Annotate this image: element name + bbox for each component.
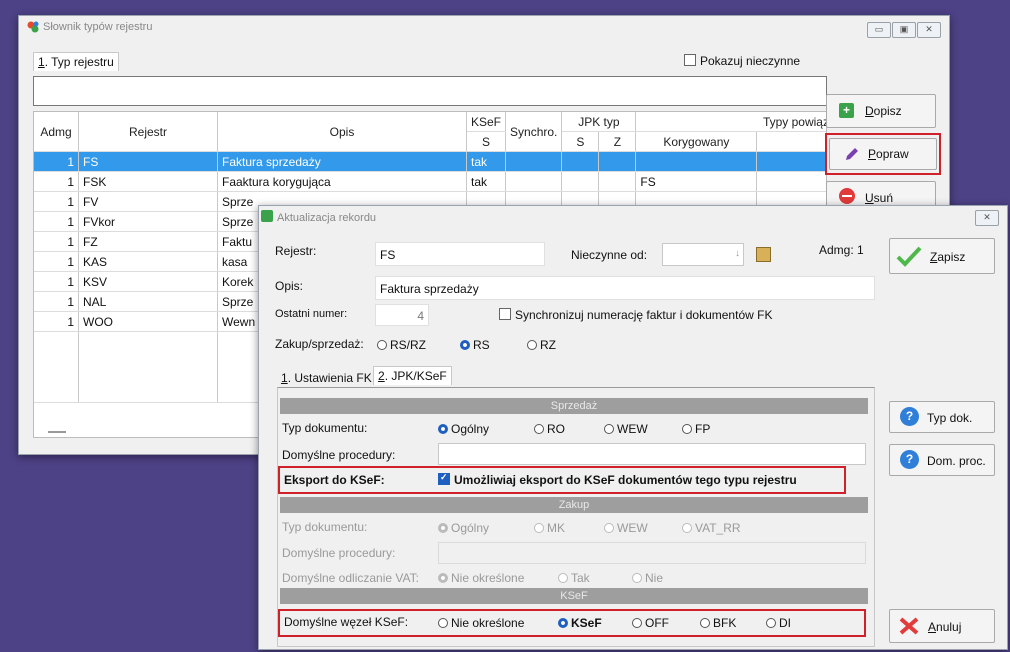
save-button[interactable]: Zapisz [889, 238, 995, 274]
purchase-doc-ogolny: Ogólny [438, 521, 489, 535]
vat-option-yes: Tak [558, 571, 590, 585]
last-number-field[interactable]: 4 [375, 304, 429, 326]
ksef-node-highlight [278, 609, 866, 637]
col-synchro[interactable]: Synchro. [505, 112, 563, 152]
doc-type-button[interactable]: ? Typ dok. [889, 401, 995, 433]
sales-default-proc-field[interactable] [438, 443, 866, 465]
dropdown-arrow-icon[interactable]: ↓ [735, 248, 740, 259]
col-korygowany[interactable]: Korygowany [635, 131, 758, 152]
ps-option-rs[interactable]: RS [460, 338, 490, 352]
calendar-icon[interactable] [756, 247, 771, 262]
sync-checkbox[interactable]: Synchronizuj numerację faktur i dokument… [499, 308, 772, 322]
tab-fk-settings[interactable]: 1. Ustawienia FK [277, 369, 376, 387]
add-button[interactable]: + Dopisz [826, 94, 936, 128]
purchase-sale-label: Zakup/sprzedaż: [275, 337, 364, 351]
window-titlebar: Słownik typów rejestru ▭ ▣ ✕ [19, 16, 949, 38]
inactive-from-label: Nieczynne od: [571, 248, 648, 262]
delete-icon [839, 188, 855, 204]
purchase-doc-mk: MK [534, 521, 565, 535]
update-record-dialog: Aktualizacja rekordu ✕ Rejestr: FS Niecz… [258, 205, 1008, 650]
purchase-section-header: Zakup [280, 497, 868, 513]
col-jpk-s[interactable]: S [561, 131, 600, 152]
help-icon: ? [900, 450, 919, 469]
opis-field[interactable]: Faktura sprzedaży [375, 276, 875, 300]
opis-label: Opis: [275, 279, 304, 293]
dialog-close-button[interactable]: ✕ [975, 210, 999, 226]
rejestr-field[interactable]: FS [375, 242, 545, 266]
inactive-from-field[interactable]: ↓ [662, 243, 744, 266]
col-jpk-z[interactable]: Z [598, 131, 637, 152]
sales-section-header: Sprzedaż [280, 398, 868, 414]
purchase-doc-type-label: Typ dokumentu: [282, 520, 368, 534]
close-button[interactable]: ✕ [917, 22, 941, 38]
col-p[interactable]: P [756, 131, 826, 152]
admg-label: Admg: 1 [819, 243, 864, 257]
cancel-button[interactable]: Anuluj [889, 609, 995, 643]
search-input[interactable] [33, 76, 827, 106]
table-row[interactable]: 1 FS Faktura sprzedaży tak [34, 151, 826, 172]
rejestr-label: Rejestr: [275, 244, 317, 258]
purchase-doc-wew: WEW [604, 521, 648, 535]
edit-highlight [825, 133, 941, 175]
vat-option-no: Nie [632, 571, 663, 585]
col-ksef[interactable]: KSeF [466, 112, 507, 132]
col-jpk-typ[interactable]: JPK typ [561, 112, 637, 132]
table-row[interactable]: 1 FSK Faaktura korygująca tak FS [34, 171, 826, 192]
ksef-section-header: KSeF [280, 588, 868, 604]
ps-option-rz[interactable]: RZ [527, 338, 556, 352]
tab-panel: Sprzedaż Typ dokumentu: Ogólny RO WEW FP… [277, 387, 875, 647]
dialog-title: Aktualizacja rekordu [277, 212, 377, 224]
col-linked-types[interactable]: Typy powiązane [635, 112, 826, 132]
tab-jpk-ksef[interactable]: 2. JPK/KSeF [373, 366, 452, 385]
purchase-default-proc-label: Domyślne procedury: [282, 546, 396, 560]
col-opis[interactable]: Opis [217, 112, 467, 152]
sales-doc-ogolny[interactable]: Ogólny [438, 422, 489, 436]
default-proc-button[interactable]: ? Dom. proc. [889, 444, 995, 476]
checkmark-icon [896, 245, 922, 270]
plus-icon: + [839, 103, 854, 118]
minimize-button[interactable]: ▭ [867, 22, 891, 38]
window-title: Słownik typów rejestru [43, 21, 153, 33]
help-icon: ? [900, 407, 919, 426]
tab-register-type[interactable]: 1. Typ rejestru [33, 52, 119, 71]
purchase-doc-vat-rr: VAT_RR [682, 521, 741, 535]
col-ksef-s[interactable]: S [466, 131, 507, 152]
show-inactive-box[interactable] [684, 54, 696, 66]
col-rejestr[interactable]: Rejestr [78, 112, 218, 152]
show-inactive-checkbox[interactable]: Pokazuj nieczynne [684, 54, 800, 68]
dialog-titlebar: Aktualizacja rekordu ✕ [259, 206, 1007, 228]
dialog-app-icon [261, 210, 273, 222]
sales-doc-wew[interactable]: WEW [604, 422, 648, 436]
ksef-export-highlight [278, 466, 846, 494]
sales-doc-ro[interactable]: RO [534, 422, 565, 436]
last-number-label: Ostatni numer: [275, 308, 348, 320]
vat-label: Domyślne odliczanie VAT: [282, 571, 419, 585]
horizontal-scrollbar[interactable] [48, 431, 66, 433]
sales-doc-fp[interactable]: FP [682, 422, 710, 436]
maximize-button[interactable]: ▣ [892, 22, 916, 38]
cross-icon [898, 616, 920, 639]
col-admg[interactable]: Admg [34, 112, 79, 152]
vat-option-not-set: Nie określone [438, 571, 524, 585]
app-icon [27, 21, 39, 33]
sales-default-proc-label: Domyślne procedury: [282, 448, 396, 462]
purchase-default-proc-field [438, 542, 866, 564]
ps-option-rs-rz[interactable]: RS/RZ [377, 338, 426, 352]
sales-doc-type-label: Typ dokumentu: [282, 421, 368, 435]
